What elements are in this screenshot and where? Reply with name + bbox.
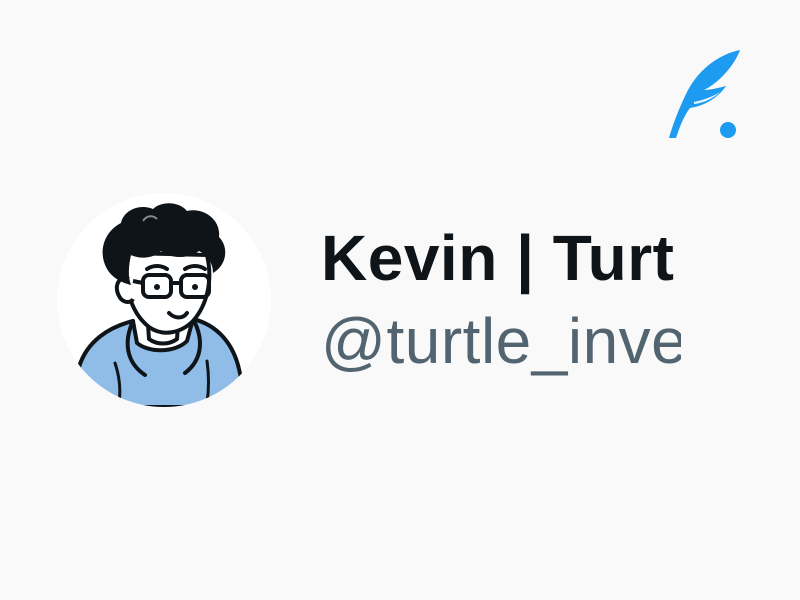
quill-logo-icon (664, 46, 744, 142)
cartoon-avatar-icon (77, 203, 244, 407)
profile-identity: Kevin | Turt @turtle_inve (321, 210, 681, 390)
display-name[interactable]: Kevin | Turt (321, 210, 681, 306)
user-handle[interactable]: @turtle_inve (321, 306, 681, 376)
avatar[interactable] (57, 193, 271, 407)
profile-card: Kevin | Turt @turtle_inve (0, 0, 800, 600)
